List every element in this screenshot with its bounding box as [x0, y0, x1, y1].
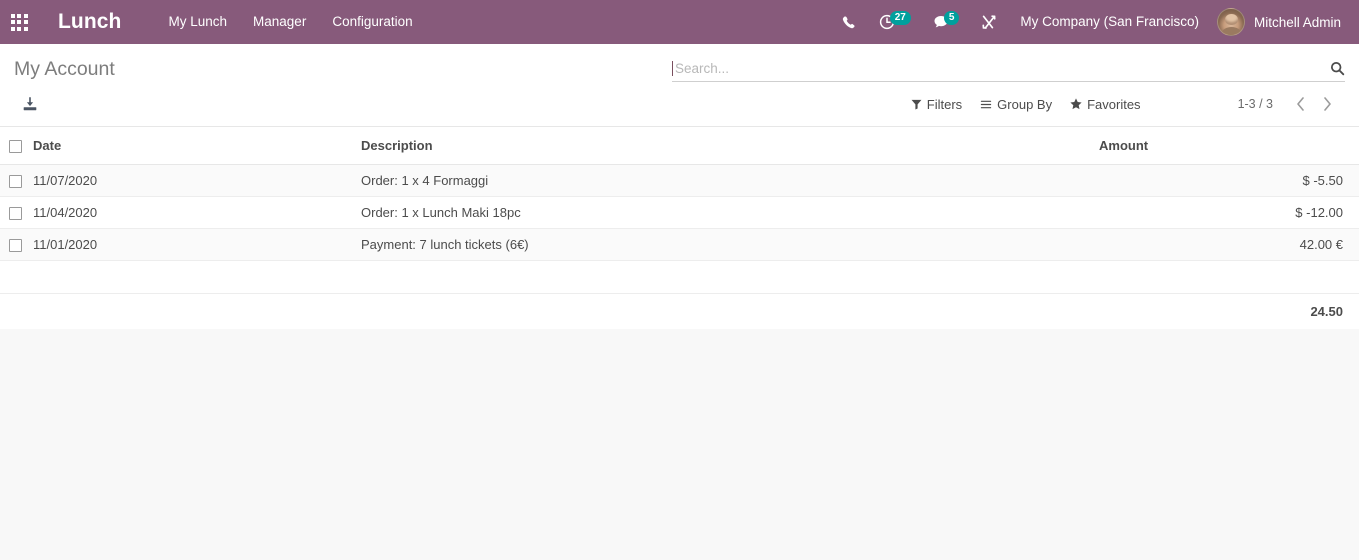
group-by-button[interactable]: Group By: [971, 92, 1061, 117]
pager: 1-3 / 3: [1238, 97, 1345, 111]
activity-button[interactable]: 27: [868, 0, 922, 44]
control-panel-top-row: My Account: [14, 44, 1345, 82]
row-checkbox[interactable]: [9, 239, 22, 253]
total-spacer-cell: [33, 293, 361, 330]
cell-description: Order: 1 x 4 Formaggi: [361, 164, 1099, 198]
cell-amount: $ -5.50: [1099, 164, 1359, 198]
table-header-row: Date Description Amount: [0, 127, 1359, 166]
row-checkbox[interactable]: [9, 175, 22, 189]
row-select-cell: [0, 164, 33, 198]
list-view: Date Description Amount 11/07/2020 Order…: [0, 127, 1359, 330]
column-header-description[interactable]: Description: [361, 127, 1099, 166]
menu-manager[interactable]: Manager: [240, 0, 319, 44]
table-body: 11/07/2020 Order: 1 x 4 Formaggi $ -5.50…: [0, 164, 1359, 330]
page-background-filler: [0, 329, 1359, 542]
favorites-button[interactable]: Favorites: [1061, 92, 1149, 117]
phone-icon: [842, 15, 857, 30]
cell-amount: $ -12.00: [1099, 196, 1359, 230]
apps-menu-button[interactable]: [0, 0, 38, 44]
navbar-menu: My Lunch Manager Configuration: [156, 0, 426, 44]
pager-next-button[interactable]: [1314, 97, 1341, 111]
group-by-lines-icon: [980, 99, 992, 110]
table-header: Date Description Amount: [0, 127, 1359, 166]
table-row[interactable]: 11/04/2020 Order: 1 x Lunch Maki 18pc $ …: [0, 196, 1359, 230]
table-total-row: 24.50: [0, 293, 1359, 330]
filters-button[interactable]: Filters: [902, 92, 971, 117]
pager-previous-button[interactable]: [1287, 97, 1314, 111]
company-switcher[interactable]: My Company (San Francisco): [1008, 0, 1211, 44]
phone-button[interactable]: [831, 0, 868, 44]
column-header-amount[interactable]: Amount: [1099, 127, 1359, 166]
total-spacer-cell: [361, 293, 1099, 330]
cell-amount: 42.00 €: [1099, 228, 1359, 262]
pager-count[interactable]: 1-3 / 3: [1238, 97, 1273, 111]
search-view[interactable]: [672, 56, 1345, 82]
table-empty-row: [0, 260, 1359, 295]
filters-label: Filters: [926, 96, 963, 112]
table-row[interactable]: 11/01/2020 Payment: 7 lunch tickets (6€)…: [0, 228, 1359, 262]
apps-grid-icon: [10, 13, 28, 31]
messaging-badge-count: 5: [943, 10, 960, 25]
empty-cell: [361, 260, 1099, 295]
total-amount: 24.50: [1099, 293, 1359, 330]
user-avatar: [1216, 8, 1245, 36]
cell-description: Order: 1 x Lunch Maki 18pc: [361, 196, 1099, 230]
developer-tools-button[interactable]: [970, 0, 1008, 44]
user-name-label: Mitchell Admin: [1253, 14, 1341, 30]
column-header-date[interactable]: Date: [33, 127, 361, 166]
row-select-cell: [0, 196, 33, 230]
favorites-label: Favorites: [1087, 96, 1141, 112]
cell-date: 11/04/2020: [33, 196, 361, 230]
table-row[interactable]: 11/07/2020 Order: 1 x 4 Formaggi $ -5.50: [0, 164, 1359, 198]
tools-icon: [981, 14, 997, 30]
top-navbar: Lunch My Lunch Manager Configuration 27: [0, 0, 1359, 44]
navbar-right-section: 27 5 My Company (San Francisco) Mitchell…: [831, 0, 1359, 44]
cell-description: Payment: 7 lunch tickets (6€): [361, 228, 1099, 262]
cell-date: 11/07/2020: [33, 164, 361, 198]
app-brand-lunch[interactable]: Lunch: [58, 10, 122, 34]
account-lines-table: Date Description Amount 11/07/2020 Order…: [0, 127, 1359, 330]
download-export-icon: [22, 96, 38, 112]
total-spacer-cell: [0, 293, 33, 330]
cell-date: 11/01/2020: [33, 228, 361, 262]
group-by-label: Group By: [997, 96, 1053, 112]
row-select-cell: [0, 228, 33, 262]
export-button[interactable]: [14, 89, 46, 119]
filter-buttons-group: Filters Group By Favorites: [902, 92, 1150, 117]
activity-badge-count: 27: [889, 10, 911, 25]
control-panel: My Account Search... Filters Group By Fa…: [0, 44, 1359, 127]
breadcrumb[interactable]: My Account: [14, 56, 115, 82]
empty-cell: [1099, 260, 1359, 295]
menu-configuration[interactable]: Configuration: [319, 0, 425, 44]
search-icon[interactable]: [1324, 61, 1345, 76]
star-icon: [1070, 98, 1082, 110]
user-menu[interactable]: Mitchell Admin: [1211, 0, 1349, 44]
control-panel-bottom-row: Filters Group By Favorites 1-3 / 3: [14, 82, 1345, 126]
empty-cell: [33, 260, 361, 295]
empty-cell: [0, 260, 33, 295]
filter-funnel-icon: [911, 99, 922, 110]
menu-my-lunch[interactable]: My Lunch: [156, 0, 241, 44]
select-all-checkbox[interactable]: [9, 140, 22, 154]
search-input[interactable]: [673, 56, 1324, 81]
select-all-header: [0, 127, 33, 166]
row-checkbox[interactable]: [9, 207, 22, 221]
messaging-button[interactable]: 5: [922, 0, 971, 44]
